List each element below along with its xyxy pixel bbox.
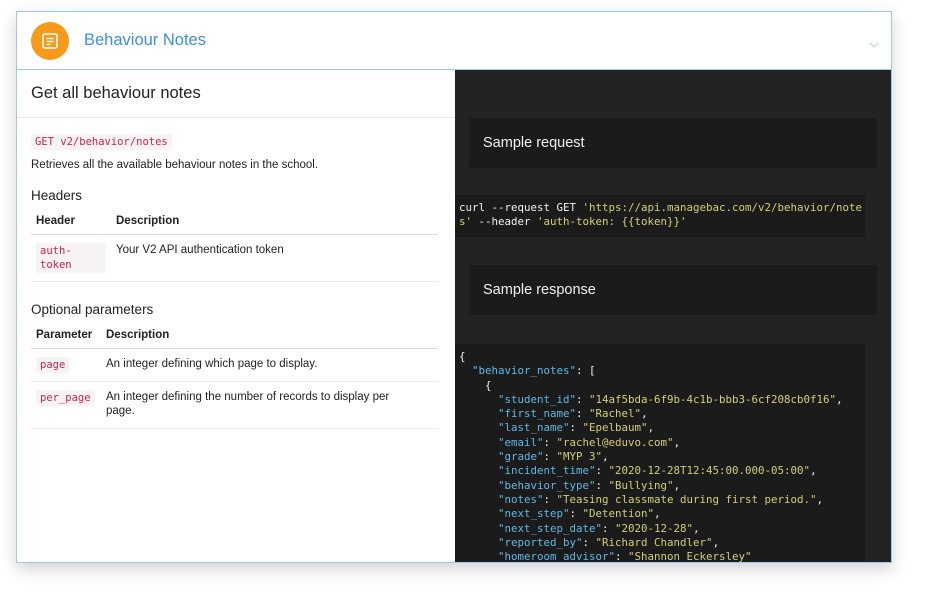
table-row: auth-token Your V2 API authentication to… <box>31 234 438 282</box>
note-icon <box>31 21 69 60</box>
sample-response-label: Sample response <box>469 265 877 315</box>
sample-request-code[interactable]: curl --request GET 'https://api.manageba… <box>455 195 865 237</box>
table-row: per_page An integer defining the number … <box>31 381 438 429</box>
chevron-down-icon[interactable] <box>869 36 879 54</box>
parameter-name: page <box>36 357 70 373</box>
headers-table: Header Description auth-token Your V2 AP… <box>31 212 438 282</box>
column-header: Parameter <box>31 326 101 349</box>
section-header[interactable]: Behaviour Notes <box>17 12 891 70</box>
parameter-description: An integer defining which page to displa… <box>101 348 438 382</box>
column-header: Header <box>31 212 111 235</box>
endpoint-description: Retrieves all the available behaviour no… <box>31 159 319 171</box>
section-title: Behaviour Notes <box>84 31 206 49</box>
column-header: Description <box>101 326 438 349</box>
sample-response-code[interactable]: { "behavior_notes": [ { "student_id": "1… <box>455 344 865 562</box>
behaviour-notes-card: Behaviour Notes Get all behaviour notes … <box>16 11 892 563</box>
parameter-name: per_page <box>36 390 95 406</box>
header-description: Your V2 API authentication token <box>111 234 438 282</box>
headers-heading: Headers <box>31 188 83 203</box>
optional-parameters-table: Parameter Description page An integer de… <box>31 326 438 429</box>
column-header: Description <box>111 212 438 235</box>
code-panel: Sample request curl --request GET 'https… <box>455 70 891 562</box>
endpoint-title: Get all behaviour notes <box>17 70 455 118</box>
table-row: page An integer defining which page to d… <box>31 348 438 382</box>
header-name: auth-token <box>36 243 106 273</box>
sample-request-label: Sample request <box>469 118 877 168</box>
endpoint-docs: Get all behaviour notes GET v2/behavior/… <box>17 70 455 562</box>
endpoint-body: Get all behaviour notes GET v2/behavior/… <box>17 70 891 562</box>
endpoint-route: GET v2/behavior/notes <box>31 134 172 150</box>
optional-parameters-heading: Optional parameters <box>31 302 154 317</box>
parameter-description: An integer defining the number of record… <box>101 381 438 429</box>
